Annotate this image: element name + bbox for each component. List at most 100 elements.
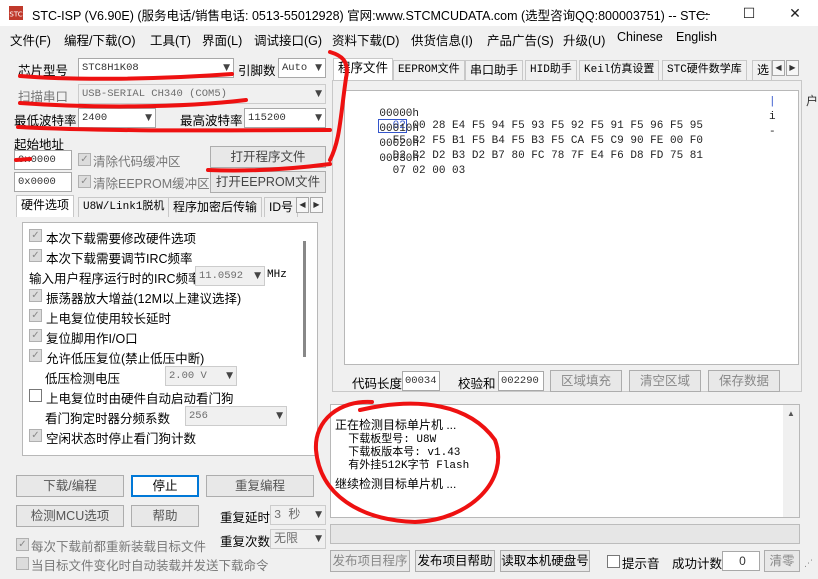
checksum-label: 校验和 <box>458 377 496 391</box>
irc-select[interactable]: 11.0592 ▼ <box>195 266 265 286</box>
publish-help-button[interactable]: 发布项目帮助 <box>415 550 495 572</box>
port-select[interactable]: USB-SERIAL CH340 (COM5) ▼ <box>78 84 326 104</box>
hex-editor[interactable]: 00000h 02 00 28 E4 F5 94 F5 93 F5 92 F5 … <box>344 90 799 365</box>
low-voltage-select[interactable]: 2.00 V ▼ <box>165 366 237 386</box>
hex-byte[interactable]: 7F <box>564 150 584 162</box>
menu-supply[interactable]: 供货信息(I) <box>411 30 473 49</box>
checkbox[interactable]: ✓ <box>29 229 42 242</box>
code-length-label: 代码长度 <box>352 377 403 391</box>
eeprom-addr-input[interactable]: 0x0000 <box>14 172 72 192</box>
hex-byte[interactable]: 03 <box>445 165 465 177</box>
tab-keil-settings[interactable]: Keil仿真设置 <box>579 60 660 80</box>
menu-tools[interactable]: 工具(T) <box>150 30 191 49</box>
download-button[interactable]: 下载/编程 <box>16 475 124 497</box>
max-baud-select[interactable]: 115200 ▼ <box>244 108 326 128</box>
close-button[interactable]: ✕ <box>772 0 818 26</box>
hex-byte[interactable]: D2 <box>465 150 485 162</box>
hex-byte[interactable]: 02 <box>406 165 425 177</box>
fill-area-button[interactable]: 区域填充 <box>550 370 622 392</box>
prompt-sound-checkbox[interactable] <box>607 555 620 568</box>
hardware-options-panel: ✓ 本次下载需要修改硬件选项 ✓ 本次下载需要调节IRC频率 输入用户程序运行时的I… <box>22 222 318 456</box>
minimize-button[interactable]: — <box>680 0 726 26</box>
repeat-count-label: 重复次数 <box>220 535 271 549</box>
progress-bar <box>330 524 800 544</box>
menu-debug[interactable]: 调试接口(G) <box>254 30 322 49</box>
repeat-delay-select[interactable]: 3 秒 ▼ <box>270 505 326 525</box>
irc-label: 输入用户程序运行时的IRC频率 <box>29 272 201 286</box>
maximize-button[interactable]: ☐ <box>726 0 772 26</box>
tab-program-file[interactable]: 程序文件 <box>333 58 394 80</box>
chip-select[interactable]: STC8H1K08 ▼ <box>78 58 234 78</box>
checkbox[interactable]: ✓ <box>29 289 42 302</box>
chevron-down-icon: ▼ <box>315 89 322 99</box>
menu-interface[interactable]: 界面(L) <box>202 30 242 49</box>
hex-byte[interactable]: 80 <box>505 150 524 162</box>
menu-upgrade[interactable]: 升级(U) <box>563 30 605 49</box>
options-scrollbar[interactable] <box>303 241 306 357</box>
hex-byte[interactable]: 00 <box>426 165 445 177</box>
svg-text:STC: STC <box>9 11 22 19</box>
scroll-up-icon[interactable]: ▲ <box>783 409 799 418</box>
hex-byte[interactable]: D8 <box>624 150 643 162</box>
open-eeprom-button[interactable]: 打开EEPROM文件 <box>210 171 326 193</box>
tab-hid-helper[interactable]: HID助手 <box>525 60 577 80</box>
clear-code-checkbox[interactable]: ✓ <box>78 153 91 166</box>
status-scrollbar[interactable]: ▲ <box>783 405 799 517</box>
checkbox[interactable]: ✓ <box>29 249 42 262</box>
menu-file[interactable]: 文件(F) <box>10 30 51 49</box>
hex-byte[interactable]: 75 <box>663 150 683 162</box>
hex-byte[interactable]: E4 <box>584 150 604 162</box>
hex-byte[interactable]: FD <box>644 150 663 162</box>
clear-area-button[interactable]: 清空区域 <box>629 370 701 392</box>
read-disk-button[interactable]: 读取本机硬盘号 <box>500 550 590 572</box>
tab-right-arrow[interactable]: ▶ <box>786 60 799 76</box>
save-data-button[interactable]: 保存数据 <box>708 370 780 392</box>
tab-right-arrow[interactable]: ▶ <box>310 197 323 213</box>
hex-byte[interactable]: 07 <box>379 165 406 177</box>
tab-hardware-options[interactable]: 硬件选项 <box>16 195 75 217</box>
tab-left-arrow[interactable]: ◀ <box>296 197 309 213</box>
reprogram-button[interactable]: 重复编程 <box>206 475 314 497</box>
menu-ads[interactable]: 产品广告(S) <box>487 30 554 49</box>
pin-select[interactable]: Auto ▼ <box>278 58 326 78</box>
reload-checkbox[interactable]: ✓ <box>16 538 29 551</box>
auto-load-checkbox[interactable] <box>16 557 29 570</box>
tab-more[interactable]: 选 <box>752 60 772 80</box>
open-program-button[interactable]: 打开程序文件 <box>210 146 326 168</box>
hex-byte[interactable]: B7 <box>485 150 505 162</box>
tab-u8w-offline[interactable]: U8W/Link1脱机 <box>78 197 170 217</box>
tab-left-arrow[interactable]: ◀ <box>772 60 785 76</box>
menu-english[interactable]: English <box>676 30 717 44</box>
hex-byte[interactable]: 81 <box>683 150 703 162</box>
min-baud-select[interactable]: 2400 ▼ <box>78 108 156 128</box>
chevron-down-icon: ▼ <box>223 63 230 73</box>
min-baud-label: 最低波特率 <box>14 114 77 128</box>
checkbox[interactable]: ✓ <box>29 349 42 362</box>
checkbox[interactable] <box>29 389 42 402</box>
clear-eeprom-checkbox[interactable]: ✓ <box>78 175 91 188</box>
tab-math-library[interactable]: STC硬件数学库 <box>662 60 747 80</box>
hex-byte[interactable]: F6 <box>604 150 624 162</box>
publish-project-button[interactable]: 发布项目程序 <box>330 550 410 572</box>
checkbox[interactable]: ✓ <box>29 429 42 442</box>
tab-id[interactable]: ID号 <box>264 197 299 217</box>
code-addr-input[interactable]: 0x0000 <box>14 150 72 170</box>
tab-serial-helper[interactable]: 串口助手 <box>465 60 524 80</box>
repeat-count-select[interactable]: 无限 ▼ <box>270 529 326 549</box>
menu-docs[interactable]: 资料下载(D) <box>332 30 399 49</box>
menu-program[interactable]: 编程/下载(O) <box>64 30 136 49</box>
hex-ascii-glyph: | <box>769 96 776 108</box>
hex-byte[interactable]: 78 <box>545 150 564 162</box>
help-button[interactable]: 帮助 <box>131 505 199 527</box>
resize-grip-icon[interactable]: ⋰ <box>804 558 814 574</box>
tab-eeprom-file[interactable]: EEPROM文件 <box>393 60 465 80</box>
menu-chinese[interactable]: Chinese <box>617 30 663 44</box>
watchdog-select[interactable]: 256 ▼ <box>185 406 287 426</box>
tab-encrypt[interactable]: 程序加密后传输 <box>168 197 263 217</box>
checkbox[interactable]: ✓ <box>29 329 42 342</box>
hex-byte[interactable]: FC <box>525 150 544 162</box>
stop-button[interactable]: 停止 <box>131 475 199 497</box>
checkbox[interactable]: ✓ <box>29 309 42 322</box>
detect-mcu-button[interactable]: 检测MCU选项 <box>16 505 124 527</box>
clear-count-button[interactable]: 清零 <box>764 550 800 572</box>
